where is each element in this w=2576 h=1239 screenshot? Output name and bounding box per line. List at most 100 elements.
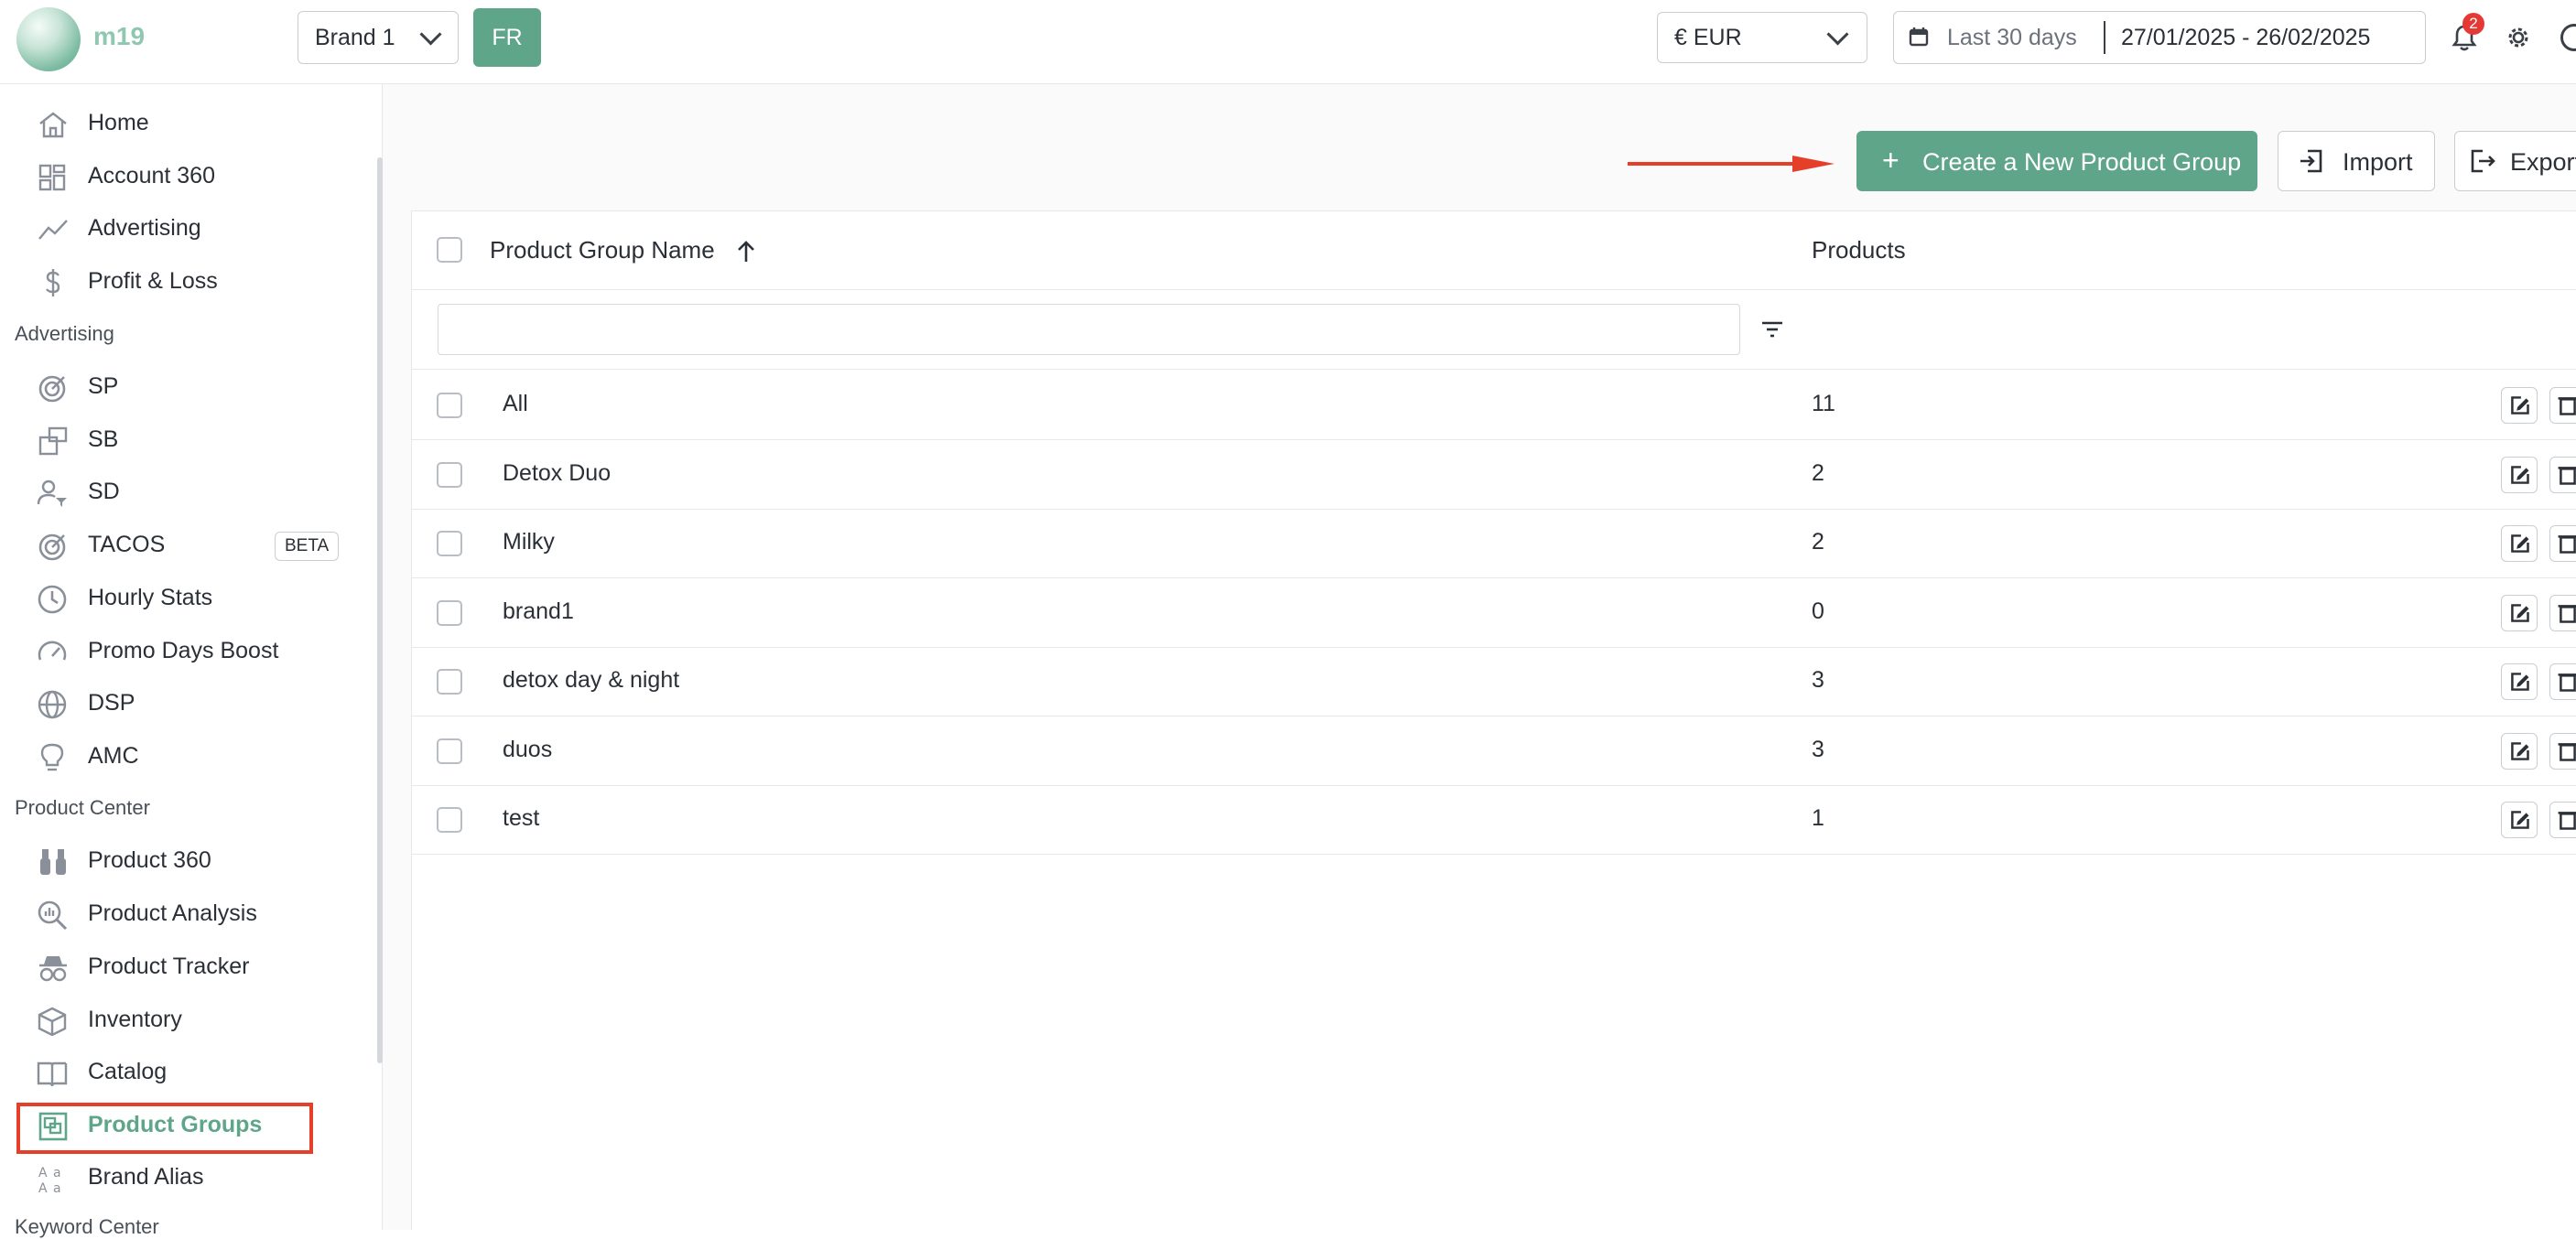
edit-icon[interactable] bbox=[2501, 595, 2538, 631]
delete-icon[interactable] bbox=[2549, 525, 2576, 562]
trend-line-icon bbox=[38, 220, 68, 240]
sidebar-item-sb[interactable]: SB bbox=[0, 414, 366, 465]
row-products: 1 bbox=[1812, 805, 1824, 831]
gear-icon[interactable] bbox=[2505, 24, 2532, 51]
edit-icon[interactable] bbox=[2501, 525, 2538, 562]
row-checkbox[interactable] bbox=[437, 738, 462, 764]
table-row[interactable]: detox day & night 3 bbox=[411, 647, 2576, 716]
edit-icon[interactable] bbox=[2501, 663, 2538, 700]
sidebar-item-advertising[interactable]: Advertising bbox=[0, 202, 366, 253]
brand-select[interactable]: Brand 1 bbox=[298, 11, 459, 64]
column-header-name[interactable]: Product Group Name bbox=[490, 236, 715, 264]
sidebar-item-hourly-stats[interactable]: Hourly Stats bbox=[0, 572, 366, 623]
brand-select-value: Brand 1 bbox=[315, 25, 395, 50]
table-row[interactable]: brand1 0 bbox=[411, 578, 2576, 648]
svg-text:a: a bbox=[53, 1181, 61, 1193]
sidebar-item-sd[interactable]: SD bbox=[0, 466, 366, 517]
row-checkbox[interactable] bbox=[437, 669, 462, 695]
edit-icon[interactable] bbox=[2501, 802, 2538, 838]
sidebar-item-dsp[interactable]: DSP bbox=[0, 677, 366, 728]
section-product-center: Product Center bbox=[15, 796, 150, 819]
top-bar: m19 Brand 1 FR € EUR Last 30 days 27/01/… bbox=[0, 0, 2576, 84]
export-icon bbox=[2471, 149, 2495, 173]
select-all-checkbox[interactable] bbox=[437, 237, 462, 263]
row-checkbox[interactable] bbox=[437, 393, 462, 418]
calendar-icon bbox=[1909, 27, 1929, 47]
create-product-group-button[interactable]: + Create a New Product Group bbox=[1856, 131, 2257, 191]
table-row[interactable]: Detox Duo 2 bbox=[411, 440, 2576, 510]
edit-icon[interactable] bbox=[2501, 457, 2538, 493]
sidebar-item-home[interactable]: Home bbox=[0, 97, 366, 148]
column-header-products[interactable]: Products bbox=[1812, 236, 1906, 264]
filter-icon[interactable] bbox=[1761, 318, 1783, 340]
marketplace-button[interactable]: FR bbox=[473, 8, 541, 67]
sidebar-item-label: Product Tracker bbox=[88, 953, 250, 979]
sidebar-item-label: Account 360 bbox=[88, 163, 215, 189]
sidebar-item-label: AMC bbox=[88, 743, 139, 769]
name-filter-input[interactable] bbox=[438, 304, 1740, 355]
app-logo[interactable] bbox=[16, 7, 81, 71]
sidebar-item-promo-days-boost[interactable]: Promo Days Boost bbox=[0, 625, 366, 676]
row-name: duos bbox=[503, 737, 553, 762]
sidebar-item-product-analysis[interactable]: Product Analysis bbox=[0, 888, 366, 939]
sidebar-item-profit-loss[interactable]: Profit & Loss bbox=[0, 255, 366, 307]
row-checkbox[interactable] bbox=[437, 531, 462, 556]
sidebar-item-label: Brand Alias bbox=[88, 1164, 204, 1190]
help-icon[interactable] bbox=[2560, 24, 2576, 51]
sort-ascending-icon[interactable] bbox=[736, 240, 756, 264]
sidebar-item-inventory[interactable]: Inventory bbox=[0, 994, 366, 1045]
currency-select[interactable]: € EUR bbox=[1657, 12, 1867, 63]
arrow-annotation bbox=[1628, 156, 1835, 172]
row-products: 11 bbox=[1812, 391, 1835, 416]
delete-icon[interactable] bbox=[2549, 733, 2576, 770]
sidebar-item-label: Product Analysis bbox=[88, 900, 257, 926]
import-button-label: Import bbox=[2343, 148, 2413, 176]
sidebar-item-product-tracker[interactable]: Product Tracker bbox=[0, 941, 366, 992]
table-row[interactable]: test 1 bbox=[411, 785, 2576, 855]
sidebar-item-account-360[interactable]: Account 360 bbox=[0, 150, 366, 201]
sidebar-item-label: Advertising bbox=[88, 215, 201, 241]
table-row[interactable]: duos 3 bbox=[411, 716, 2576, 786]
sidebar-item-label: TACOS bbox=[88, 532, 166, 557]
date-range-picker[interactable]: Last 30 days 27/01/2025 - 26/02/2025 bbox=[1893, 11, 2426, 64]
row-products: 3 bbox=[1812, 667, 1824, 693]
delete-icon[interactable] bbox=[2549, 457, 2576, 493]
sidebar-item-catalog[interactable]: Catalog bbox=[0, 1046, 366, 1097]
globe-icon bbox=[38, 690, 67, 719]
highlight-annotation-box bbox=[16, 1103, 313, 1154]
import-button[interactable]: Import bbox=[2278, 131, 2435, 191]
currency-select-value: € EUR bbox=[1674, 25, 1742, 50]
edit-icon[interactable] bbox=[2501, 733, 2538, 770]
dashboard-icon bbox=[38, 164, 66, 191]
delete-icon[interactable] bbox=[2549, 387, 2576, 424]
table-row[interactable]: All 11 bbox=[411, 371, 2576, 440]
sidebar-item-tacos[interactable]: TACOS BETA bbox=[0, 519, 366, 570]
svg-text:A: A bbox=[38, 1181, 48, 1193]
table-row[interactable]: Milky 2 bbox=[411, 509, 2576, 578]
row-name: brand1 bbox=[503, 598, 574, 624]
edit-icon[interactable] bbox=[2501, 387, 2538, 424]
book-icon bbox=[37, 1061, 68, 1087]
date-range-value: 27/01/2025 - 26/02/2025 bbox=[2121, 25, 2371, 50]
delete-icon[interactable] bbox=[2549, 802, 2576, 838]
row-checkbox[interactable] bbox=[437, 807, 462, 833]
row-products: 2 bbox=[1812, 529, 1824, 555]
export-button[interactable]: Export bbox=[2454, 131, 2576, 191]
sidebar-item-label: Promo Days Boost bbox=[88, 638, 279, 663]
sidebar-item-label: Catalog bbox=[88, 1059, 168, 1084]
delete-icon[interactable] bbox=[2549, 595, 2576, 631]
beta-badge: BETA bbox=[275, 532, 340, 561]
sidebar-item-product-360[interactable]: Product 360 bbox=[0, 835, 366, 886]
magnifier-chart-icon bbox=[38, 900, 68, 930]
sidebar-item-label: SB bbox=[88, 426, 119, 452]
delete-icon[interactable] bbox=[2549, 663, 2576, 700]
sidebar-item-brand-alias[interactable]: AaAa Brand Alias bbox=[0, 1151, 366, 1202]
row-checkbox[interactable] bbox=[437, 462, 462, 488]
sidebar-item-amc[interactable]: AMC bbox=[0, 730, 366, 781]
sidebar-item-label: SP bbox=[88, 373, 119, 399]
row-checkbox[interactable] bbox=[437, 600, 462, 626]
alias-icon: AaA a bbox=[38, 1166, 61, 1193]
sidebar-item-sp[interactable]: SP bbox=[0, 361, 366, 412]
export-button-label: Export bbox=[2510, 148, 2576, 176]
user-filter-icon bbox=[37, 479, 67, 507]
